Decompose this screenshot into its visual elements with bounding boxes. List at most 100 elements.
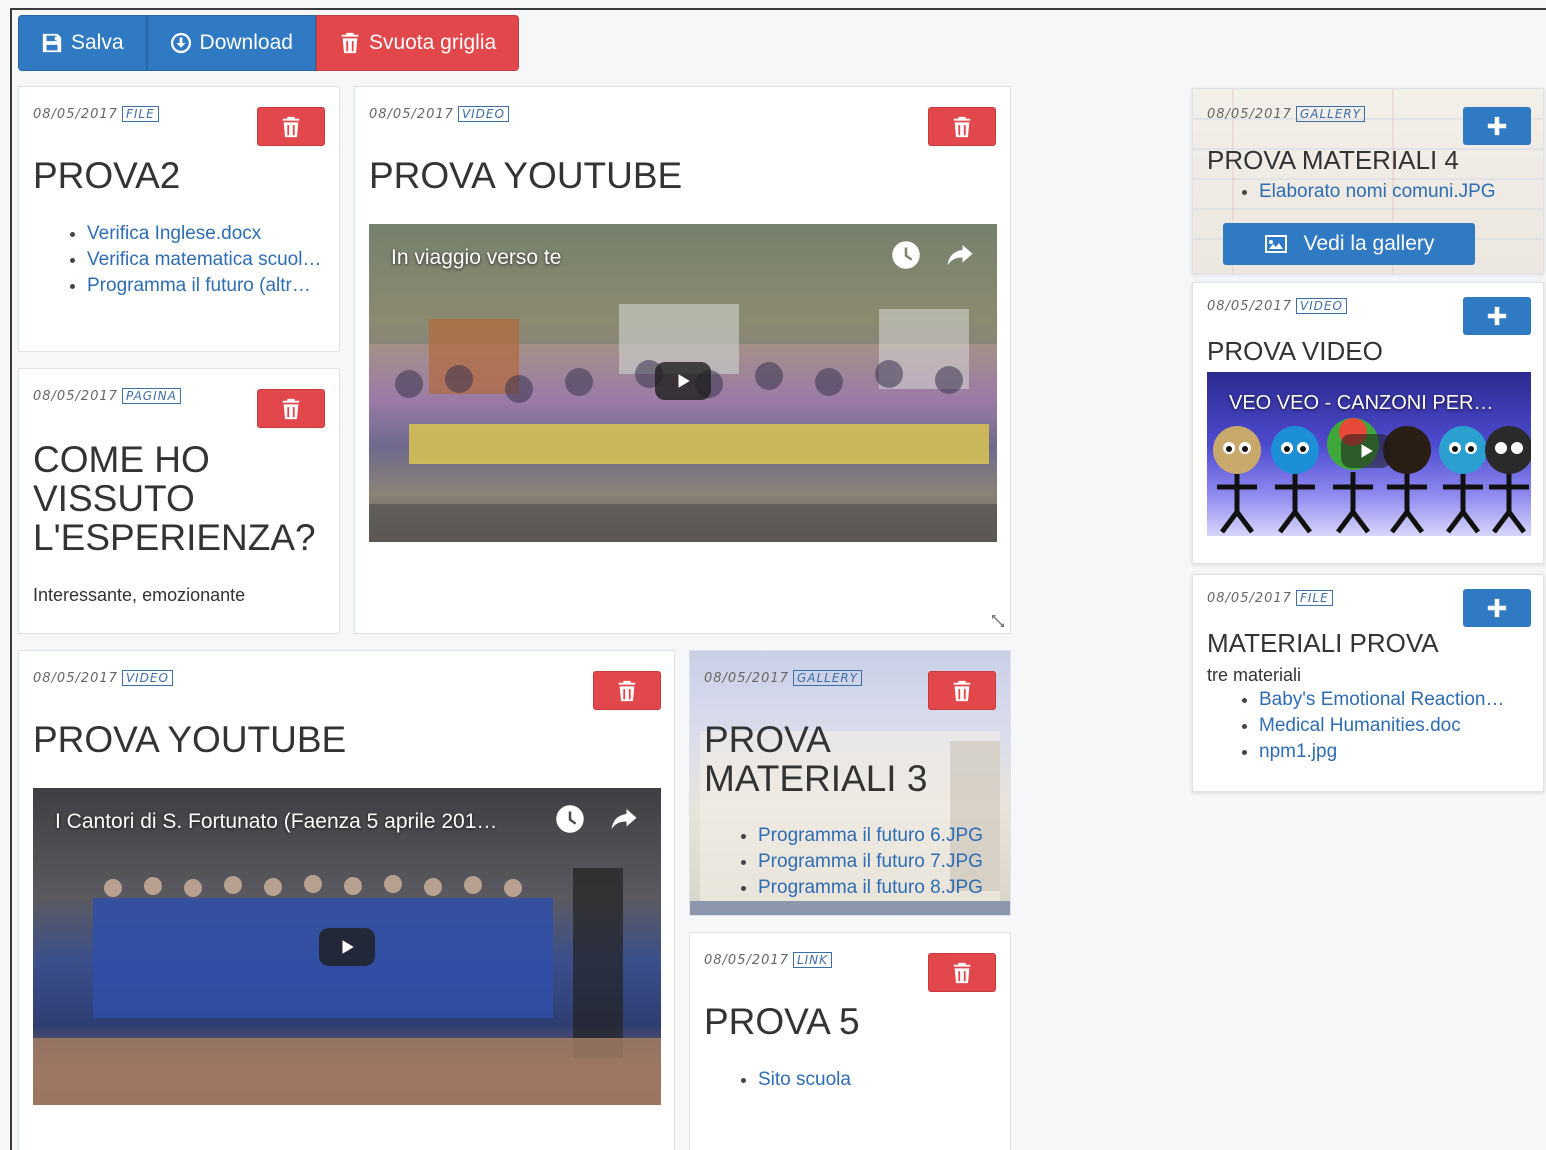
card-prova2[interactable]: 08/05/2017FILE PROVA2 Verifica Inglese.d… [18,86,340,352]
list-item[interactable]: Baby's Emotional Reaction… [1259,687,1504,713]
download-circle-icon [170,32,191,54]
card-prova-youtube-1[interactable]: 08/05/2017 VIDEO PROVA YOUTUBE In viaggio… [354,86,1011,634]
play-button[interactable] [655,362,711,400]
resize-handle-icon[interactable] [990,613,1006,629]
share-icon[interactable] [609,804,639,834]
file-list: Baby's Emotional Reaction… Medical Human… [1259,687,1504,765]
save-label: Salva [71,31,124,54]
trash-icon [341,32,359,54]
list-item[interactable]: Verifica Inglese.docx [87,221,321,247]
video-title: VEO VEO - CANZONI PER… [1229,392,1494,414]
plus-icon [1487,598,1507,618]
expand-button[interactable] [1463,297,1531,335]
expand-button[interactable] [1463,589,1531,627]
view-gallery-label: Vedi la gallery [1303,232,1435,255]
card-meta: 08/05/2017 VIDEO [1207,298,1347,314]
file-link[interactable]: Programma il futuro 7.JPG [758,851,983,872]
list-item[interactable]: Programma il futuro 7.JPG [758,849,983,875]
file-list: Programma il futuro 6.JPG Programma il f… [758,823,983,901]
delete-button[interactable] [257,107,325,146]
play-icon [342,940,354,954]
trash-icon [282,398,300,419]
file-link[interactable]: npm1.jpg [1259,741,1337,762]
card-materiali-prova[interactable]: 08/05/2017 FILE MATERIALI PROVA tre mater… [1192,574,1544,792]
delete-button[interactable] [257,389,325,428]
list-item[interactable]: Sito scuola [758,1067,851,1093]
file-link[interactable]: Medical Humanities.doc [1259,715,1461,736]
list-item[interactable]: Programma il futuro 6.JPG [758,823,983,849]
download-button[interactable]: Download [146,15,316,71]
list-item[interactable]: npm1.jpg [1259,739,1504,765]
file-link[interactable]: Verifica Inglese.docx [87,223,261,244]
toolbar: Salva Download Svuota griglia [18,15,520,71]
list-item[interactable]: Programma il futuro (altr… [87,273,321,299]
card-title: COME HO VISSUTO L'ESPERIENZA? [33,439,316,558]
card-prova-materiali-4[interactable]: 08/05/2017GALLERY PROVA MATERIALI 4 Elab… [1192,88,1544,274]
card-meta: 08/05/2017 VIDEO [369,106,509,122]
card-title: PROVA MATERIALI 3 [704,719,928,799]
trash-icon [953,962,971,983]
delete-button[interactable] [593,671,661,710]
download-label: Download [199,31,293,54]
delete-button[interactable] [928,671,996,710]
video-controls [555,804,639,834]
clear-grid-label: Svuota griglia [368,31,497,54]
card-prova-materiali-3[interactable]: 08/05/2017GALLERY PROVA MATERIALI 3 Prog… [689,650,1011,916]
play-icon [678,374,690,388]
video-embed[interactable]: VEO VEO - CANZONI PER… [1207,372,1531,536]
clock-icon[interactable] [891,240,921,270]
share-icon[interactable] [945,240,975,270]
delete-button[interactable] [928,107,996,146]
card-title: PROVA YOUTUBE [33,719,347,760]
list-item[interactable]: Elaborato nomi comuni.JPG [1259,179,1496,205]
video-embed[interactable]: In viaggio verso te [369,224,997,542]
list-item[interactable]: Programma il futuro 8.JPG [758,875,983,901]
video-title: I Cantori di S. Fortunato (Faenza 5 apri… [55,810,498,833]
clock-icon[interactable] [555,804,585,834]
file-link[interactable]: Programma il futuro (altr… [87,275,311,296]
play-button[interactable] [1341,434,1391,468]
card-title: MATERIALI PROVA [1207,628,1439,658]
card-title: PROVA VIDEO [1207,336,1383,366]
list-item[interactable]: Medical Humanities.doc [1259,713,1504,739]
clear-grid-button[interactable]: Svuota griglia [315,15,520,71]
plus-icon [1487,116,1507,136]
list-item[interactable]: Verifica matematica scuol… [87,247,321,273]
type-badge: FILE [121,106,159,122]
card-meta: 08/05/2017 GALLERY [704,670,863,686]
card-meta: 08/05/2017 PAGINA [33,388,181,404]
type-badge: GALLERY [792,670,863,686]
card-come-ho-vissuto[interactable]: 08/05/2017 PAGINA COME HO VISSUTO L'ESPER… [18,368,340,634]
file-link[interactable]: Programma il futuro 8.JPG [758,877,983,898]
save-button[interactable]: Salva [18,15,147,71]
card-meta: 08/05/2017 GALLERY [1207,106,1366,122]
file-link[interactable]: Baby's Emotional Reaction… [1259,689,1504,710]
file-list: Elaborato nomi comuni.JPG [1259,179,1496,205]
type-badge: PAGINA [121,388,181,404]
card-meta: 08/05/2017 VIDEO [33,670,173,686]
file-link[interactable]: Programma il futuro 6.JPG [758,825,983,846]
trash-icon [953,680,971,701]
video-embed[interactable]: I Cantori di S. Fortunato (Faenza 5 apri… [33,788,661,1105]
trash-icon [618,680,636,701]
card-title: PROVA 5 [704,1001,860,1042]
link[interactable]: Sito scuola [758,1069,851,1090]
type-badge: VIDEO [457,106,509,122]
card-text: tre materiali [1207,665,1302,685]
play-button[interactable] [319,928,375,966]
expand-button[interactable] [1463,107,1531,145]
card-prova-youtube-2[interactable]: 08/05/2017 VIDEO PROVA YOUTUBE I Cantori … [18,650,675,1150]
view-gallery-button[interactable]: Vedi la gallery [1223,223,1475,265]
card-prova-video[interactable]: 08/05/2017VIDEO PROVA VIDEO VEO VEO - C [1192,282,1544,564]
trash-icon [282,116,300,137]
type-badge: FILE [1295,590,1333,606]
card-meta: 08/05/2017 FILE [33,106,159,122]
type-badge: VIDEO [121,670,173,686]
file-link[interactable]: Elaborato nomi comuni.JPG [1259,181,1496,202]
delete-button[interactable] [928,953,996,992]
file-list: Verifica Inglese.docx Verifica matematic… [87,221,321,299]
card-meta: 08/05/2017 FILE [1207,590,1333,606]
card-title: PROVA MATERIALI 4 [1207,145,1459,175]
file-link[interactable]: Verifica matematica scuol… [87,249,321,270]
card-prova-5[interactable]: 08/05/2017LINK PROVA 5 Sito scuola [689,932,1011,1150]
